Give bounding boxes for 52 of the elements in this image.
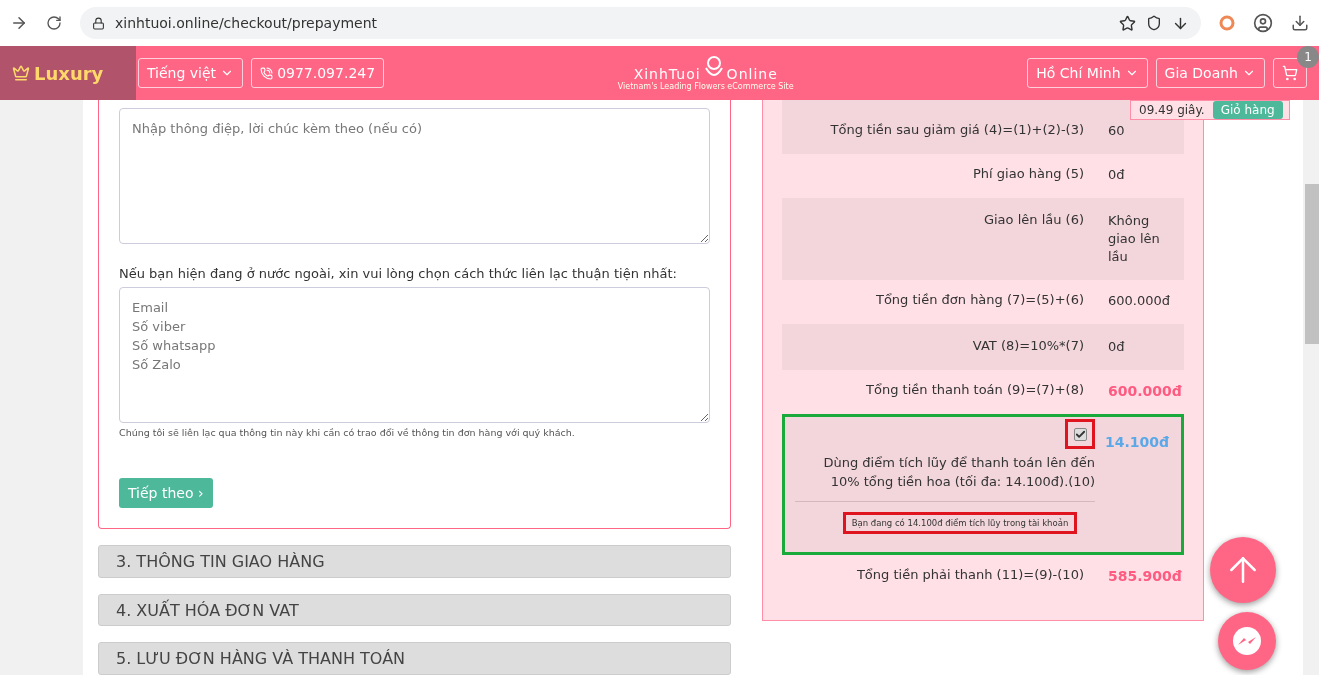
summary-label: Tổng tiền sau giảm giá (4)=(1)+(2)-(3): [829, 122, 1084, 139]
points-amount: 14.100đ: [1105, 433, 1170, 452]
cart-icon: [1282, 65, 1298, 81]
summary-label: Tổng tiền đơn hàng (7)=(5)+(6): [874, 292, 1084, 309]
next-button[interactable]: Tiếp theo ›: [119, 478, 213, 508]
crown-icon: [12, 64, 30, 82]
url-text: xinhtuoi.online/checkout/prepayment: [115, 15, 379, 31]
luxury-link[interactable]: Luxury: [0, 46, 136, 100]
phone-link[interactable]: 0977.097.247: [251, 58, 385, 88]
scrollbar-thumb[interactable]: [1305, 184, 1319, 344]
section-header[interactable]: 5. LƯU ĐƠN HÀNG VÀ THANH TOÁN: [98, 642, 731, 675]
profile-icon[interactable]: [1253, 13, 1273, 33]
summary-label: VAT (8)=10%*(7): [971, 338, 1084, 355]
points-note: Bạn đang có 14.100đ điểm tích lũy trong tài khoản: [842, 512, 1078, 534]
address-bar[interactable]: xinhtuoi.online/checkout/prepayment: [80, 7, 1201, 39]
timer-text: 09.49 giây.: [1139, 103, 1205, 117]
phone-icon: [260, 66, 274, 80]
forward-icon[interactable]: [10, 14, 28, 32]
summary-label: Phí giao hàng (5): [972, 166, 1084, 183]
section-header[interactable]: 3. THÔNG TIN GIAO HÀNG: [98, 545, 731, 578]
bookmark-star-icon[interactable]: [1119, 14, 1136, 32]
cart-count: 1: [1297, 46, 1319, 68]
logo-text: XinhTuoi: [633, 65, 701, 82]
tagline: Vietnam's Leading Flowers eCommerce Site: [617, 81, 794, 91]
points-checkbox[interactable]: [1073, 427, 1087, 441]
message-field[interactable]: Nhập thông điệp, lời chúc kèm theo (nếu có): [119, 108, 710, 244]
summary-value: 0đ: [1108, 338, 1125, 356]
summary-label: Giao lên lầu (6): [982, 212, 1084, 229]
city-dropdown[interactable]: Hồ Chí Minh: [1027, 58, 1148, 88]
contact-hint: Chúng tôi sẽ liên lạc qua thông tin này khi cần có trao đổi về thông tin đơn hàng với quý khách.: [119, 427, 576, 438]
final-label: Tổng tiền phải thanh (11)=(9)-(10): [855, 567, 1084, 584]
points-label: Dùng điểm tích lũy để thanh toán lên đến 10% tổng tiền hoa (tối đa: 14.100đ).(10): [822, 454, 1095, 491]
extension-icon[interactable]: [1219, 15, 1235, 31]
reload-icon[interactable]: [46, 15, 62, 31]
logo-suffix: Online: [726, 65, 778, 82]
final-value: 585.900đ: [1108, 567, 1180, 586]
lock-icon: [92, 16, 105, 30]
language-dropdown[interactable]: Tiếng việt: [138, 58, 244, 88]
contact-field[interactable]: Email Số viber Số whatsapp Số Zalo: [119, 287, 710, 423]
summary-value: Không giao lên lầu: [1108, 212, 1161, 266]
summary-value: 600.000đ: [1108, 292, 1170, 310]
summary-value: 60: [1108, 122, 1125, 140]
cart-popup-button[interactable]: Giỏ hàng: [1212, 101, 1283, 119]
district-dropdown[interactable]: Gia Doanh: [1155, 58, 1265, 88]
download-icon[interactable]: [1291, 14, 1309, 32]
shield-icon[interactable]: [1146, 15, 1162, 31]
summary-label: Tổng tiền thanh toán (9)=(7)+(8): [865, 382, 1084, 399]
summary-value: 600.000đ: [1108, 382, 1180, 401]
contact-label: Nếu bạn hiện đang ở nước ngoài, xin vui lòng chọn cách thức liên lạc thuận tiện nhất:: [119, 266, 678, 281]
summary-value: 0đ: [1108, 166, 1125, 184]
section-header[interactable]: 4. XUẤT HÓA ĐƠN VAT: [98, 593, 731, 627]
messenger-icon: [1230, 624, 1264, 658]
